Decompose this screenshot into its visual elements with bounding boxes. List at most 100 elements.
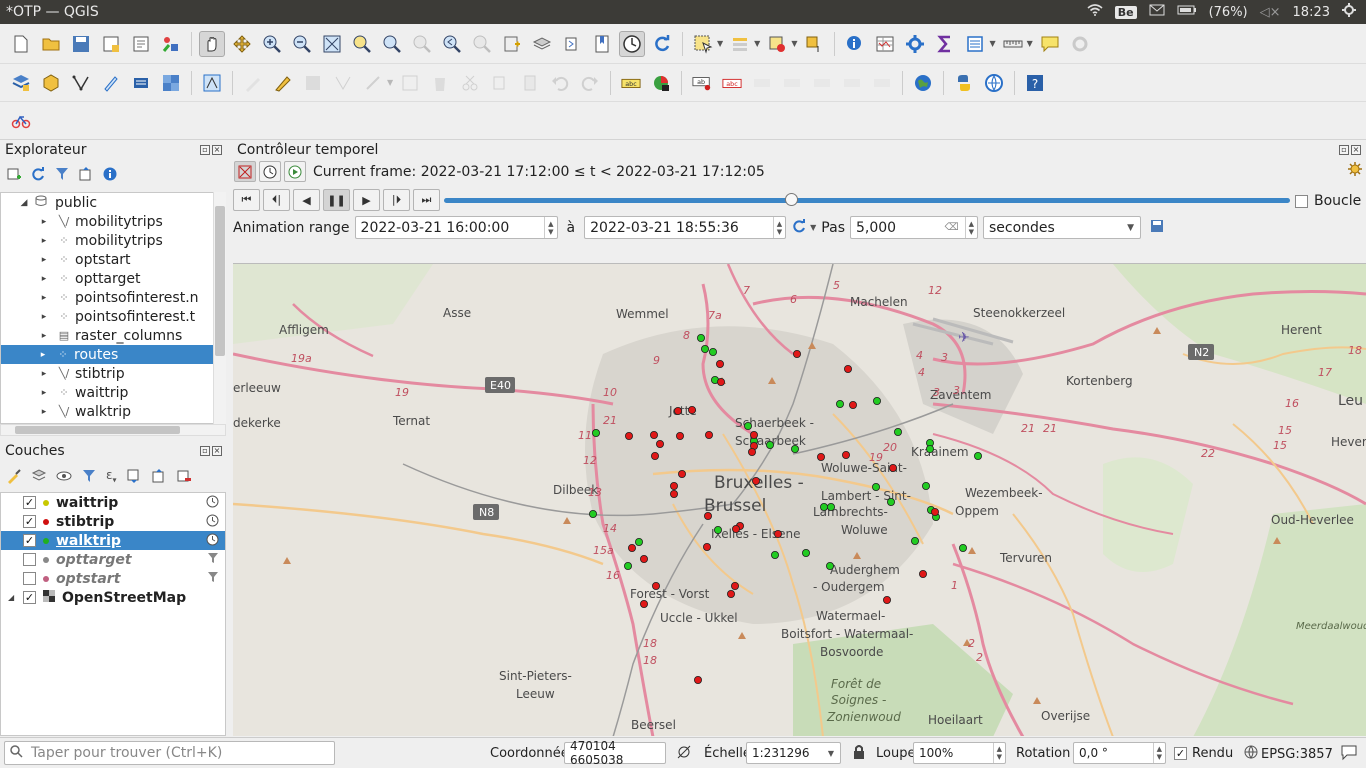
zoom-last-icon[interactable] [439, 31, 465, 57]
collapse-all-layers-icon[interactable] [151, 468, 167, 488]
save-project-icon[interactable] [68, 31, 94, 57]
tree-layer-raster-columns[interactable]: ▸ ▤ raster_columns [1, 326, 225, 345]
step-input[interactable]: 5,000 ⌫ ▲ ▼ [849, 216, 978, 239]
temporal-controller-icon[interactable] [619, 30, 645, 57]
loop-checkbox[interactable] [1295, 194, 1308, 208]
next-frame-button[interactable]: |⏵ [383, 189, 410, 211]
time-slider-track[interactable] [444, 193, 1290, 206]
close-temporal-panel-icon[interactable]: × [1351, 145, 1361, 155]
range-end-input[interactable]: 2022-03-21 18:55:36 ▲ ▼ [584, 216, 787, 239]
tree-layer-mobilitytrips[interactable]: ▸ ⁘ mobilitytrips [1, 231, 225, 250]
layer-row-openstreetmap[interactable]: ◢ ✓ OpenStreetMap [1, 588, 225, 607]
expand-arrow-icon[interactable]: ▸ [37, 217, 51, 227]
tree-layer-mobilitytrips[interactable]: ▸ ╲∕ mobilitytrips [1, 212, 225, 231]
metasearch-icon[interactable] [981, 70, 1007, 96]
layer-visibility-checkbox[interactable] [23, 572, 36, 585]
messages-icon[interactable] [1340, 743, 1358, 765]
expand-arrow-icon[interactable]: ▸ [37, 293, 51, 303]
help-icon[interactable]: ? [1022, 70, 1048, 96]
magnifier-input[interactable]: 100% ▲ ▼ [913, 742, 1006, 764]
wifi-icon[interactable] [1087, 4, 1103, 20]
collapse-all-icon[interactable] [78, 166, 94, 186]
set-range-from-project-icon[interactable] [791, 218, 807, 238]
add-vector-layer-icon[interactable] [68, 70, 94, 96]
temporal-clock-icon[interactable] [206, 514, 219, 530]
measure-line-icon[interactable] [1000, 31, 1026, 57]
temporal-settings-icon[interactable] [1348, 162, 1362, 180]
float-panel-icon[interactable]: ▫ [200, 145, 210, 155]
range-start-input[interactable]: 2022-03-21 16:00:00 ▲ ▼ [354, 216, 558, 239]
tree-layer-waittrip[interactable]: ▸ ⁘ waittrip [1, 383, 225, 402]
expand-arrow-icon[interactable]: ▸ [37, 274, 51, 284]
close-layers-panel-icon[interactable]: × [212, 446, 222, 456]
layer-visibility-checkbox[interactable]: ✓ [23, 515, 36, 528]
filter-by-expression-icon[interactable]: ε▾ [106, 468, 117, 488]
toggle-extents-icon[interactable] [676, 744, 692, 764]
pencil-icon[interactable] [270, 70, 296, 96]
browser-tree[interactable]: ◢ public ▸ ╲∕ mobilitytrips ▸ ⁘ mobilitytrips… [0, 192, 226, 424]
deselect-features-icon[interactable] [764, 31, 790, 57]
rotation-input[interactable]: 0,0 ° ▲ ▼ [1073, 742, 1166, 764]
bike-plugin-icon[interactable] [8, 108, 34, 134]
temporal-clock-icon[interactable] [206, 495, 219, 511]
zoom-to-selection-icon[interactable] [349, 31, 375, 57]
clear-step-icon[interactable]: ⌫ [944, 222, 958, 233]
play-backwards-button[interactable]: ◀ [293, 189, 320, 211]
close-panel-icon[interactable]: × [212, 145, 222, 155]
properties-info-icon[interactable] [102, 166, 118, 186]
statistics-sigma-icon[interactable] [932, 31, 958, 57]
zoom-full-icon[interactable] [319, 31, 345, 57]
layer-row-optstart[interactable]: optstart [1, 569, 225, 588]
tree-schema-public[interactable]: ◢ public [1, 193, 225, 212]
play-forward-button[interactable]: ▶ [353, 189, 380, 211]
manage-map-themes-icon[interactable] [56, 468, 72, 488]
locator-search-input[interactable]: Taper pour trouver (Ctrl+K) [4, 741, 335, 765]
globe-plugin-icon[interactable] [910, 70, 936, 96]
new-3d-map-icon[interactable] [559, 31, 585, 57]
new-geopackage-layer-icon[interactable] [38, 70, 64, 96]
fixed-range-off-button[interactable] [234, 161, 256, 182]
skip-to-end-button[interactable]: ⏭ [413, 189, 440, 211]
show-bookmarks-icon[interactable] [529, 31, 555, 57]
step-unit-select[interactable]: secondes ▼ [982, 216, 1141, 239]
battery-icon[interactable] [1177, 4, 1197, 20]
remove-layer-icon[interactable] [176, 468, 192, 488]
layer-visibility-checkbox[interactable] [23, 553, 36, 566]
expand-arrow-icon[interactable]: ▸ [37, 255, 51, 265]
refresh-browser-icon[interactable] [30, 166, 46, 186]
layer-labeling-options-icon[interactable]: abc [618, 70, 644, 96]
pin-unpin-labels-icon[interactable]: abc [719, 70, 745, 96]
expand-arrow-icon[interactable]: ▸ [37, 407, 51, 417]
browser-horizontal-scrollbar[interactable] [0, 424, 226, 436]
settings-gear-icon[interactable] [1342, 3, 1356, 21]
map-tips-icon[interactable] [1037, 31, 1063, 57]
select-location-icon[interactable] [801, 31, 827, 57]
float-layers-panel-icon[interactable]: ▫ [200, 446, 210, 456]
open-field-calculator-icon[interactable] [962, 31, 988, 57]
select-by-value-icon[interactable] [727, 31, 753, 57]
map-canvas[interactable]: ✈ Affligem Asse Wemmel Machelen Steenokkerze… [233, 263, 1366, 736]
fixed-range-clock-button[interactable] [259, 161, 281, 182]
layer-row-opttarget[interactable]: opttarget [1, 550, 225, 569]
attribute-table-icon[interactable] [872, 31, 898, 57]
clock[interactable]: 18:23 [1293, 5, 1330, 20]
expand-arrow-icon[interactable]: ▸ [37, 388, 51, 398]
previous-frame-button[interactable]: ⏴| [263, 189, 290, 211]
expand-arrow-icon[interactable]: ▸ [37, 236, 51, 246]
new-project-icon[interactable] [8, 31, 34, 57]
pan-to-selection-icon[interactable] [229, 31, 255, 57]
layer-row-walktrip[interactable]: ✓ walktrip [1, 531, 225, 550]
layer-row-stibtrip[interactable]: ✓ stibtrip [1, 512, 225, 531]
browser-vertical-scrollbar[interactable] [213, 192, 226, 424]
filter-browser-icon[interactable] [54, 166, 70, 186]
expand-arrow-icon[interactable]: ▸ [37, 369, 51, 379]
processing-toolbox-icon[interactable] [902, 31, 928, 57]
open-project-icon[interactable] [38, 31, 64, 57]
filter-icon[interactable] [207, 571, 219, 586]
layer-visibility-checkbox[interactable]: ✓ [23, 534, 36, 547]
expand-arrow-icon[interactable]: ▸ [37, 331, 51, 341]
style-manager-icon[interactable] [158, 31, 184, 57]
new-print-layout-icon[interactable] [98, 31, 124, 57]
add-wms-layer-icon[interactable] [128, 70, 154, 96]
current-edits-icon[interactable] [199, 70, 225, 96]
